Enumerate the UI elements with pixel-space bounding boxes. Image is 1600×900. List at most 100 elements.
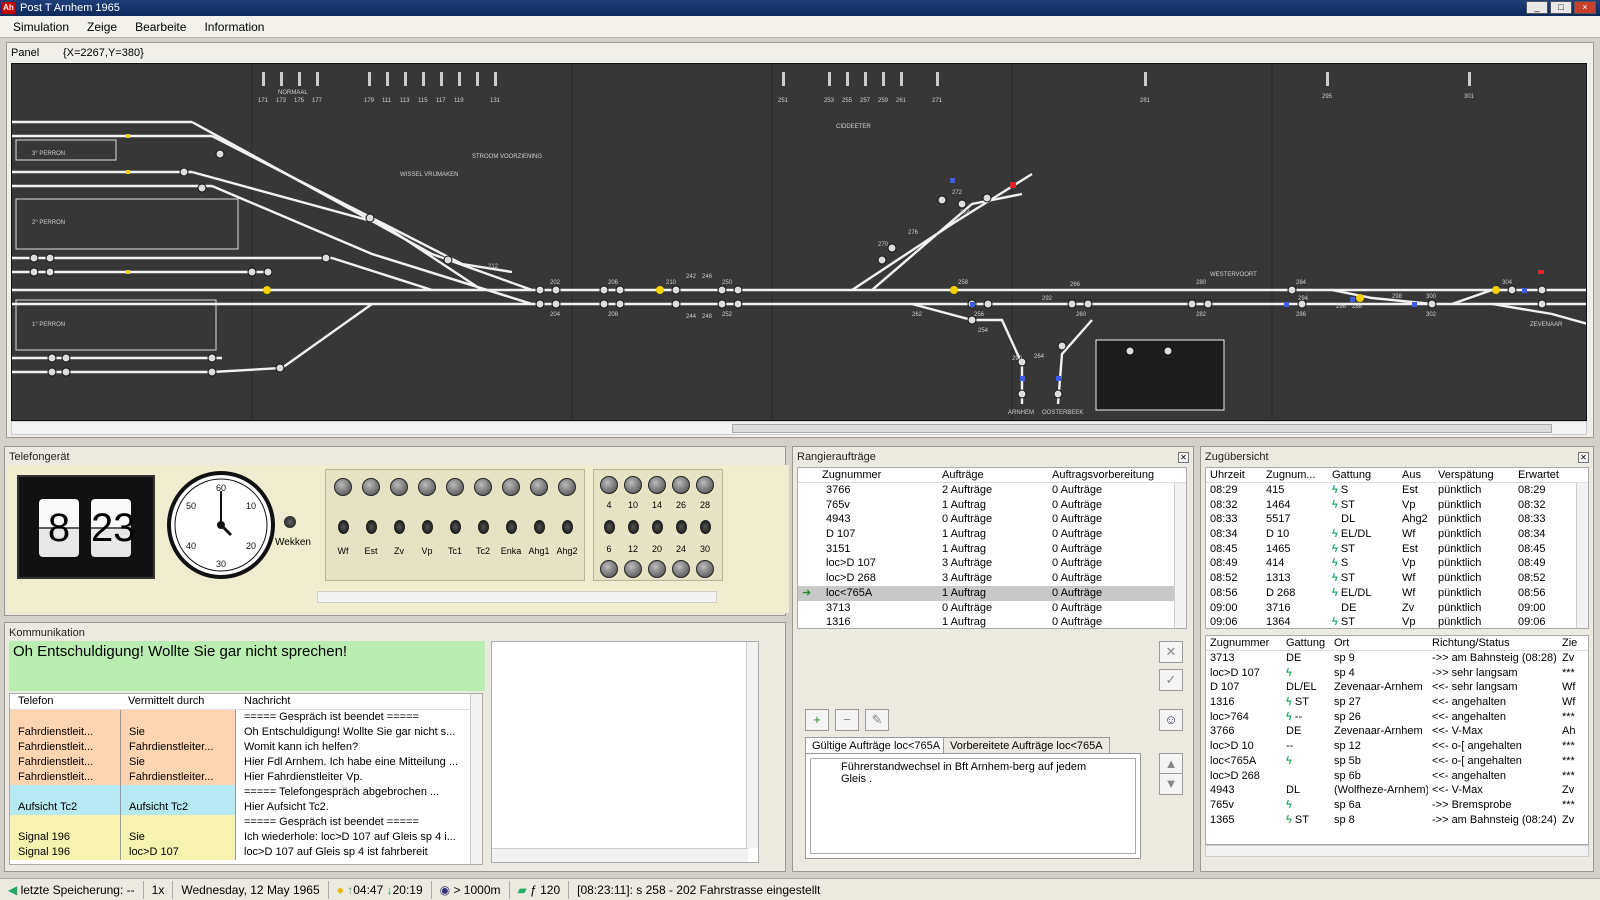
panel-hscroll[interactable] bbox=[11, 421, 1587, 435]
col-ort[interactable]: Ort bbox=[1330, 636, 1428, 650]
knob-ahg2[interactable] bbox=[562, 520, 573, 534]
timetable-row[interactable]: 09:00 3716 DE Zv pünktlich 09:00 bbox=[1206, 601, 1588, 616]
timetable-row[interactable]: 08:52 1313 ϟ ST Wf pünktlich 08:52 bbox=[1206, 571, 1588, 586]
communication-row[interactable]: Fahrdienstleit... Fahrdienstleiter... Womi… bbox=[10, 740, 482, 755]
timetable-row[interactable]: 08:45 1465 ϟ ST Est pünktlich 08:45 bbox=[1206, 542, 1588, 557]
detail-hscroll[interactable] bbox=[492, 848, 748, 862]
train-status-row[interactable]: 765v ϟ sp 6a ->> Bremsprobe *** bbox=[1206, 798, 1588, 813]
rangier-row[interactable]: loc>D 107 3 Aufträge 0 Aufträge bbox=[798, 556, 1186, 571]
numknob-4[interactable] bbox=[676, 520, 687, 534]
person-icon[interactable]: ☺ bbox=[1159, 709, 1183, 731]
timetable-row[interactable]: 08:29 415 ϟ S Est pünktlich 08:29 bbox=[1206, 483, 1588, 498]
train-status-row[interactable]: D 107 DL/EL Zevenaar-Arnhem <<- sehr langsa… bbox=[1206, 680, 1588, 695]
col-gattung2[interactable]: Gattung bbox=[1282, 636, 1330, 650]
track-svg[interactable]: 3° PERRON 2° PERRON 1° PERRON ARNHEM OOS… bbox=[12, 64, 1587, 421]
key-ahg2[interactable] bbox=[558, 478, 576, 496]
train-status-row[interactable]: loc>D 107 ϟ sp 4 ->> sehr langsam *** bbox=[1206, 666, 1588, 681]
knob-zv[interactable] bbox=[394, 520, 405, 534]
timetable-row[interactable]: 08:33 5517 DL Ahg2 pünktlich 08:33 bbox=[1206, 512, 1588, 527]
communication-row[interactable]: Fahrdienstleit... Fahrdienstleiter... Hier… bbox=[10, 770, 482, 785]
speaker-icon[interactable]: ◀ bbox=[8, 883, 17, 897]
menu-information[interactable]: Information bbox=[197, 16, 271, 37]
train-status-row[interactable]: 4943 DL (Wolfheze-Arnhem) <<- V-Max Zv bbox=[1206, 783, 1588, 798]
col-vermittelt[interactable]: Vermittelt durch bbox=[120, 694, 236, 709]
col-richtung[interactable]: Richtung/Status bbox=[1428, 636, 1558, 650]
train-status-row[interactable]: 1316 ϟ ST sp 27 <<- angehalten Wf bbox=[1206, 695, 1588, 710]
knob-est[interactable] bbox=[366, 520, 377, 534]
rangier-row[interactable]: 3713 0 Aufträge 0 Aufträge bbox=[798, 601, 1186, 616]
col-zugnummer2[interactable]: Zugnummer bbox=[1206, 636, 1282, 650]
col-telefon[interactable]: Telefon bbox=[10, 694, 120, 709]
delete-order-icon[interactable]: ✕ bbox=[1159, 641, 1183, 663]
knob-tc2[interactable] bbox=[478, 520, 489, 534]
menu-simulation[interactable]: Simulation bbox=[6, 16, 76, 37]
rangier-row[interactable]: ➜ loc<765A 1 Auftrag 0 Aufträge bbox=[798, 585, 1186, 601]
wecker-knob[interactable] bbox=[284, 516, 296, 528]
timetable-row[interactable]: 08:34 D 10 ϟ EL/DL Wf pünktlich 08:34 bbox=[1206, 527, 1588, 542]
knob-tc1[interactable] bbox=[450, 520, 461, 534]
panel-hscroll-thumb[interactable] bbox=[732, 424, 1552, 433]
communication-row[interactable]: ===== Telefongespräch abgebrochen ... bbox=[10, 785, 482, 800]
knob-ahg1[interactable] bbox=[534, 520, 545, 534]
detail-vscroll[interactable] bbox=[746, 642, 758, 848]
col-nachricht[interactable]: Nachricht bbox=[236, 694, 472, 709]
key-zv[interactable] bbox=[390, 478, 408, 496]
communication-row[interactable]: Aufsicht Tc2 Aufsicht Tc2 Hier Aufsicht Tc… bbox=[10, 800, 482, 815]
communication-row[interactable]: Fahrdienstleit... Sie Oh Entschuldigung! W… bbox=[10, 725, 482, 740]
numkey-bottom-6[interactable] bbox=[600, 560, 618, 578]
key-wf[interactable] bbox=[334, 478, 352, 496]
train-status-row[interactable]: 3713 DE sp 9 ->> am Bahnsteig (08:28) Zv bbox=[1206, 651, 1588, 666]
telefon-hscroll[interactable] bbox=[317, 591, 717, 603]
timetable-row[interactable]: 08:32 1464 ϟ ST Vp pünktlich 08:32 bbox=[1206, 498, 1588, 513]
train-status-row[interactable]: loc>764 ϟ -- sp 26 <<- angehalten *** bbox=[1206, 710, 1588, 725]
numkey-bottom-24[interactable] bbox=[672, 560, 690, 578]
communication-row[interactable]: Signal 196 Sie Ich wiederhole: loc>D 107 a… bbox=[10, 830, 482, 845]
timetable-row[interactable]: 09:06 1364 ϟ ST Vp pünktlich 09:06 bbox=[1206, 615, 1588, 628]
numknob-3[interactable] bbox=[652, 520, 663, 534]
rangier-close-icon[interactable]: ✕ bbox=[1178, 452, 1189, 463]
add-order-icon[interactable]: + bbox=[805, 709, 829, 731]
numkey-bottom-30[interactable] bbox=[696, 560, 714, 578]
communication-vscroll[interactable] bbox=[470, 694, 482, 864]
key-tc2[interactable] bbox=[474, 478, 492, 496]
numkey-bottom-20[interactable] bbox=[648, 560, 666, 578]
rangier-row[interactable]: 1316 1 Auftrag 0 Aufträge bbox=[798, 615, 1186, 628]
rangier-row[interactable]: 4943 0 Aufträge 0 Aufträge bbox=[798, 512, 1186, 527]
col-auftraege[interactable]: Aufträge bbox=[938, 468, 1048, 482]
rangier-row[interactable]: 765v 1 Auftrag 0 Aufträge bbox=[798, 498, 1186, 513]
timetable-row[interactable]: 08:49 414 ϟ S Vp pünktlich 08:49 bbox=[1206, 556, 1588, 571]
numkey-top-10[interactable] bbox=[624, 476, 642, 494]
col-auftragsvorbereitung[interactable]: Auftragsvorbereitung bbox=[1048, 468, 1176, 482]
numknob-1[interactable] bbox=[604, 520, 615, 534]
zug-close-icon[interactable]: ✕ bbox=[1578, 452, 1589, 463]
menu-bearbeite[interactable]: Bearbeite bbox=[128, 16, 193, 37]
close-button[interactable]: × bbox=[1574, 1, 1596, 14]
numkey-top-14[interactable] bbox=[648, 476, 666, 494]
key-ahg1[interactable] bbox=[530, 478, 548, 496]
rangier-vscroll[interactable] bbox=[1174, 483, 1186, 628]
numkey-top-4[interactable] bbox=[600, 476, 618, 494]
communication-row[interactable]: ===== Gespräch ist beendet ===== bbox=[10, 710, 482, 725]
numkey-top-26[interactable] bbox=[672, 476, 690, 494]
col-gattung[interactable]: Gattung bbox=[1328, 468, 1398, 482]
train-status-row[interactable]: loc>D 10 -- sp 12 <<- o-[ angehalten *** bbox=[1206, 739, 1588, 754]
rangier-row[interactable]: loc>D 268 3 Aufträge 0 Aufträge bbox=[798, 571, 1186, 586]
rangier-row[interactable]: D 107 1 Auftrag 0 Aufträge bbox=[798, 527, 1186, 542]
train-status-row[interactable]: 1365 ϟ ST sp 8 ->> am Bahnsteig (08:24) Zv bbox=[1206, 813, 1588, 828]
train-status-row[interactable]: 3766 DE Zevenaar-Arnhem <<- V-Max Ah bbox=[1206, 724, 1588, 739]
numkey-top-28[interactable] bbox=[696, 476, 714, 494]
col-zugnummer[interactable]: Zugnummer bbox=[798, 468, 938, 482]
maximize-button[interactable]: □ bbox=[1550, 1, 1572, 14]
remove-order-icon[interactable]: − bbox=[835, 709, 859, 731]
key-enka[interactable] bbox=[502, 478, 520, 496]
communication-row[interactable]: Signal 196 loc>D 107 loc>D 107 auf Gleis s… bbox=[10, 845, 482, 860]
rangier-row[interactable]: 3151 1 Auftrag 0 Aufträge bbox=[798, 542, 1186, 557]
col-zugnum[interactable]: Zugnum... bbox=[1262, 468, 1328, 482]
train-status-row[interactable]: loc>D 268 sp 6b <<- angehalten *** bbox=[1206, 769, 1588, 784]
rangier-row[interactable]: 3766 2 Aufträge 0 Aufträge bbox=[798, 483, 1186, 498]
menu-zeige[interactable]: Zeige bbox=[80, 16, 124, 37]
confirm-order-icon[interactable]: ✓ bbox=[1159, 669, 1183, 691]
numknob-2[interactable] bbox=[628, 520, 639, 534]
knob-enka[interactable] bbox=[506, 520, 517, 534]
col-verspaetung[interactable]: Verspätung bbox=[1434, 468, 1514, 482]
